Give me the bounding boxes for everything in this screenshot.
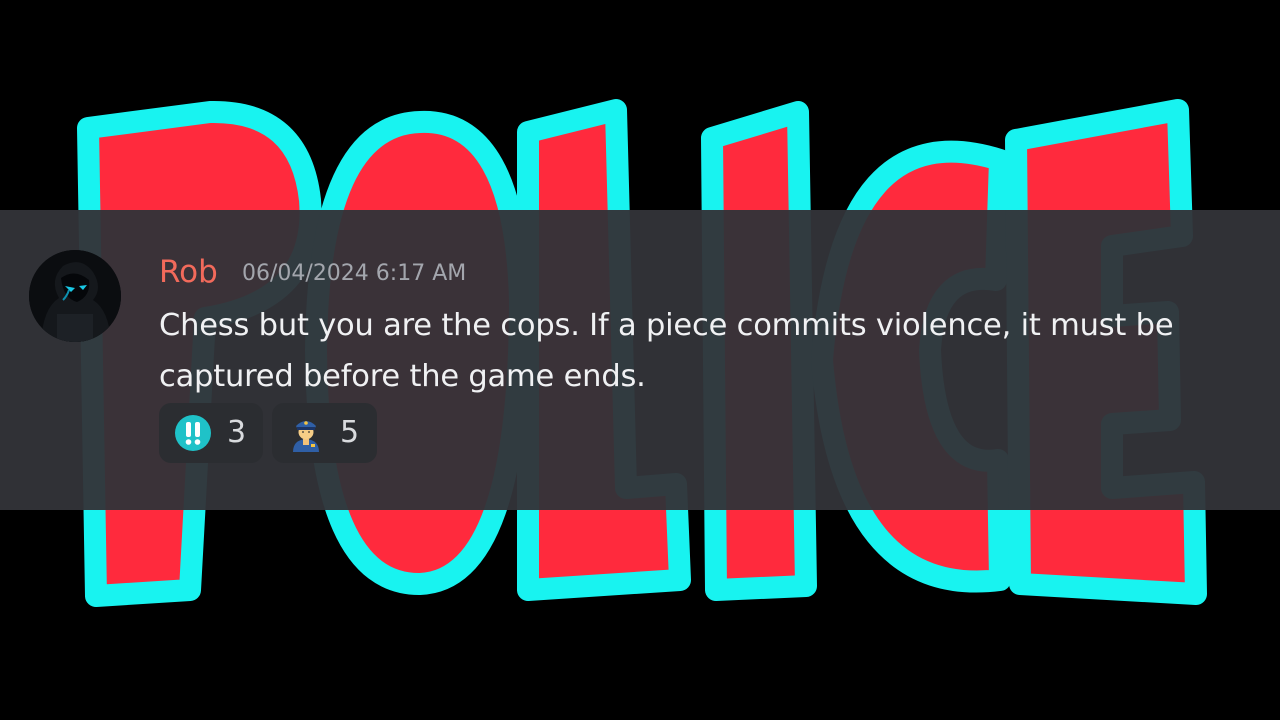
reaction-count: 5: [340, 415, 360, 450]
author-name[interactable]: Rob: [159, 252, 218, 292]
reaction-double-exclamation[interactable]: 3: [159, 403, 263, 463]
police-officer-icon: [293, 421, 319, 452]
message-timestamp: 06/04/2024 6:17 AM: [242, 261, 467, 286]
reaction-police-officer[interactable]: 5: [272, 403, 377, 463]
hooded-figure-icon: [29, 250, 121, 342]
reaction-count: 3: [227, 415, 247, 450]
avatar[interactable]: [29, 250, 121, 342]
double-exclamation-icon: [175, 415, 211, 451]
thumbnail-canvas: Rob 06/04/2024 6:17 AM Chess but you are…: [0, 0, 1280, 720]
message-text: Chess but you are the cops. If a piece c…: [159, 308, 1174, 394]
